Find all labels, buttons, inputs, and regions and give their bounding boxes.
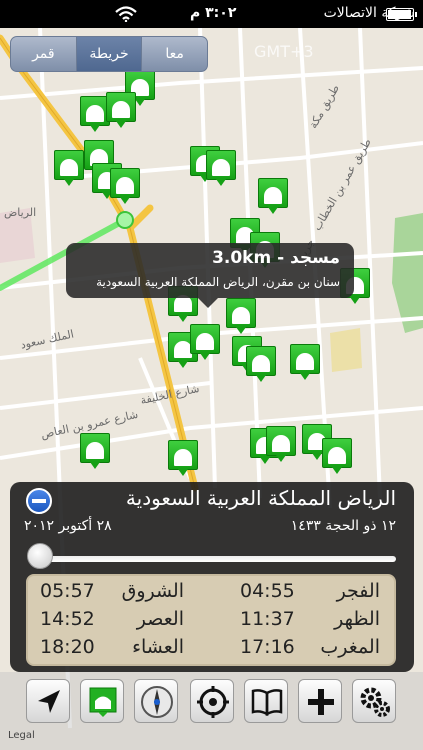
collapse-minus-icon[interactable] bbox=[26, 488, 52, 514]
prayer-row: المغرب 17:16 العشاء 18:20 bbox=[28, 636, 394, 664]
target-icon bbox=[197, 686, 229, 718]
mosque-map-pin[interactable] bbox=[226, 298, 256, 334]
prayer-name: الفجر bbox=[336, 580, 380, 602]
mosque-map-pin[interactable] bbox=[206, 150, 236, 186]
prayer-row: الفجر 04:55 الشروق 05:57 bbox=[28, 580, 394, 608]
mosque-map-pin[interactable] bbox=[54, 150, 84, 186]
mosque-map-pin[interactable] bbox=[190, 324, 220, 360]
mosque-map-pin[interactable] bbox=[168, 440, 198, 476]
road-label: الرياض bbox=[4, 206, 37, 219]
mosque-callout[interactable]: مسجد - 3.0km سنان بن مقرن، الرياض المملك… bbox=[66, 243, 354, 308]
prayer-name: المغرب bbox=[320, 636, 380, 658]
mosque-map-pin[interactable] bbox=[246, 346, 276, 382]
mosque-icon bbox=[89, 687, 117, 717]
bottom-toolbar bbox=[0, 672, 423, 750]
mosque-map-pin[interactable] bbox=[322, 438, 352, 474]
qibla-compass-button[interactable] bbox=[134, 679, 178, 723]
locate-target-button[interactable] bbox=[190, 679, 234, 723]
prayer-row: الظهر 11:37 العصر 14:52 bbox=[28, 608, 394, 636]
prayer-name: العصر bbox=[136, 608, 184, 630]
status-bar: شركة الاتصالات ٣:٠٢ م bbox=[0, 0, 423, 28]
mosque-map-pin[interactable] bbox=[106, 92, 136, 128]
prayer-time: 05:57 bbox=[40, 580, 95, 602]
settings-button[interactable] bbox=[352, 679, 396, 723]
mosques-button[interactable] bbox=[80, 679, 124, 723]
mosque-map-pin[interactable] bbox=[110, 168, 140, 204]
view-mode-segmented-control: معا خريطة قمر bbox=[10, 36, 208, 72]
mosque-map-pin[interactable] bbox=[266, 426, 296, 462]
date-slider-thumb[interactable] bbox=[27, 543, 53, 569]
location-button[interactable] bbox=[26, 679, 70, 723]
map-legal-label[interactable]: Legal bbox=[8, 730, 35, 741]
prayer-time: 17:16 bbox=[240, 636, 295, 658]
book-icon bbox=[251, 689, 283, 717]
prayer-time: 04:55 bbox=[240, 580, 295, 602]
callout-title: مسجد - 3.0km bbox=[212, 248, 340, 268]
mosque-map-pin[interactable] bbox=[290, 344, 320, 380]
wifi-icon bbox=[115, 6, 137, 22]
timezone-label: GMT+3 bbox=[254, 42, 314, 61]
prayer-name: العشاء bbox=[132, 636, 184, 658]
prayer-times-table: الفجر 04:55 الشروق 05:57 الظهر 11:37 الع… bbox=[26, 574, 396, 666]
prayer-name: الظهر bbox=[334, 608, 380, 630]
prayer-name: الشروق bbox=[121, 580, 184, 602]
city-name: الرياض المملكة العربية السعودية bbox=[125, 486, 396, 510]
date-slider-track[interactable] bbox=[32, 556, 396, 562]
app-screen: شركة الاتصالات ٣:٠٢ م طريق مكة طريق عمر … bbox=[0, 0, 423, 750]
add-button[interactable] bbox=[298, 679, 342, 723]
prayer-time: 14:52 bbox=[40, 608, 95, 630]
segment-together[interactable]: معا bbox=[141, 37, 207, 71]
location-arrow-icon bbox=[38, 690, 60, 713]
mosque-map-pin[interactable] bbox=[258, 178, 288, 214]
gregorian-date: ٢٨ أكتوبر ٢٠١٢ bbox=[24, 518, 112, 534]
compass-icon bbox=[141, 686, 173, 718]
settings-gear-icon bbox=[360, 687, 390, 717]
plus-icon bbox=[308, 689, 334, 715]
mosque-map-pin[interactable] bbox=[80, 433, 110, 469]
segment-map[interactable]: خريطة bbox=[75, 37, 142, 71]
prayer-time: 11:37 bbox=[240, 608, 295, 630]
callout-subtitle: سنان بن مقرن، الرياض المملكة العربية الس… bbox=[96, 275, 340, 289]
segment-moon[interactable]: قمر bbox=[11, 37, 76, 71]
battery-icon bbox=[386, 8, 417, 21]
hijri-date: ١٢ ذو الحجة ١٤٣٣ bbox=[290, 518, 396, 534]
prayer-time: 18:20 bbox=[40, 636, 95, 658]
prayer-times-panel: الرياض المملكة العربية السعودية ١٢ ذو ال… bbox=[10, 482, 414, 672]
quran-book-button[interactable] bbox=[244, 679, 288, 723]
clock-time: ٣:٠٢ م bbox=[190, 5, 237, 21]
